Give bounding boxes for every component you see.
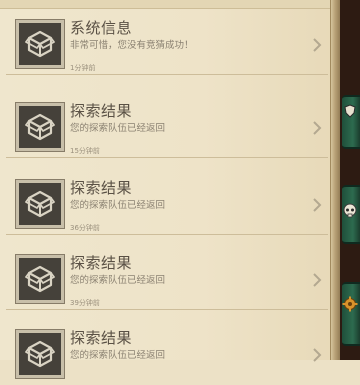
divider xyxy=(6,234,328,235)
box-icon xyxy=(25,30,55,58)
message-subtitle: 您的探索队伍已经返回 xyxy=(70,200,166,211)
divider xyxy=(6,157,328,158)
message-item-3[interactable]: 探索结果 您的探索队伍已经返回 36分钟前 xyxy=(6,168,328,235)
message-title: 探索结果 xyxy=(70,102,133,120)
message-time: 15分钟前 xyxy=(70,147,100,155)
divider xyxy=(6,309,328,310)
chevron-right-icon xyxy=(310,196,324,214)
message-item-4[interactable]: 探索结果 您的探索队伍已经返回 39分钟前 xyxy=(6,243,328,310)
message-icon-frame xyxy=(15,179,65,229)
message-time: 36分钟前 xyxy=(70,224,100,232)
box-icon xyxy=(25,340,55,368)
message-title: 探索结果 xyxy=(70,329,133,347)
gear-icon[interactable] xyxy=(342,296,358,312)
chevron-right-icon xyxy=(310,271,324,289)
message-time: 1分钟前 xyxy=(70,64,96,72)
message-item-5[interactable]: 探索结果 您的探索队伍已经返回 xyxy=(6,318,328,385)
message-icon-frame xyxy=(15,19,65,69)
skull-icon[interactable] xyxy=(342,203,358,219)
message-subtitle: 您的探索队伍已经返回 xyxy=(70,123,166,134)
message-time: 39分钟前 xyxy=(70,299,100,307)
box-icon xyxy=(25,190,55,218)
message-subtitle: 您的探索队伍已经返回 xyxy=(70,275,166,286)
message-subtitle: 非常可惜，您没有竞猜成功！ xyxy=(70,40,194,51)
box-icon xyxy=(25,113,55,141)
message-icon-frame xyxy=(15,329,65,379)
message-icon-frame xyxy=(15,102,65,152)
side-tab[interactable] xyxy=(342,282,360,346)
shield-icon[interactable] xyxy=(342,103,358,119)
chevron-right-icon xyxy=(310,346,324,364)
message-item-1[interactable]: 系统信息 非常可惜，您没有竞猜成功！ 1分钟前 xyxy=(6,8,328,75)
message-title: 探索结果 xyxy=(70,179,133,197)
box-icon xyxy=(25,265,55,293)
message-subtitle: 您的探索队伍已经返回 xyxy=(70,350,166,361)
message-icon-frame xyxy=(15,254,65,304)
chevron-right-icon xyxy=(310,119,324,137)
message-item-2[interactable]: 探索结果 您的探索队伍已经返回 15分钟前 xyxy=(6,91,328,158)
divider xyxy=(6,74,328,75)
message-title: 探索结果 xyxy=(70,254,133,272)
chevron-right-icon xyxy=(310,36,324,54)
message-title: 系统信息 xyxy=(70,19,133,37)
